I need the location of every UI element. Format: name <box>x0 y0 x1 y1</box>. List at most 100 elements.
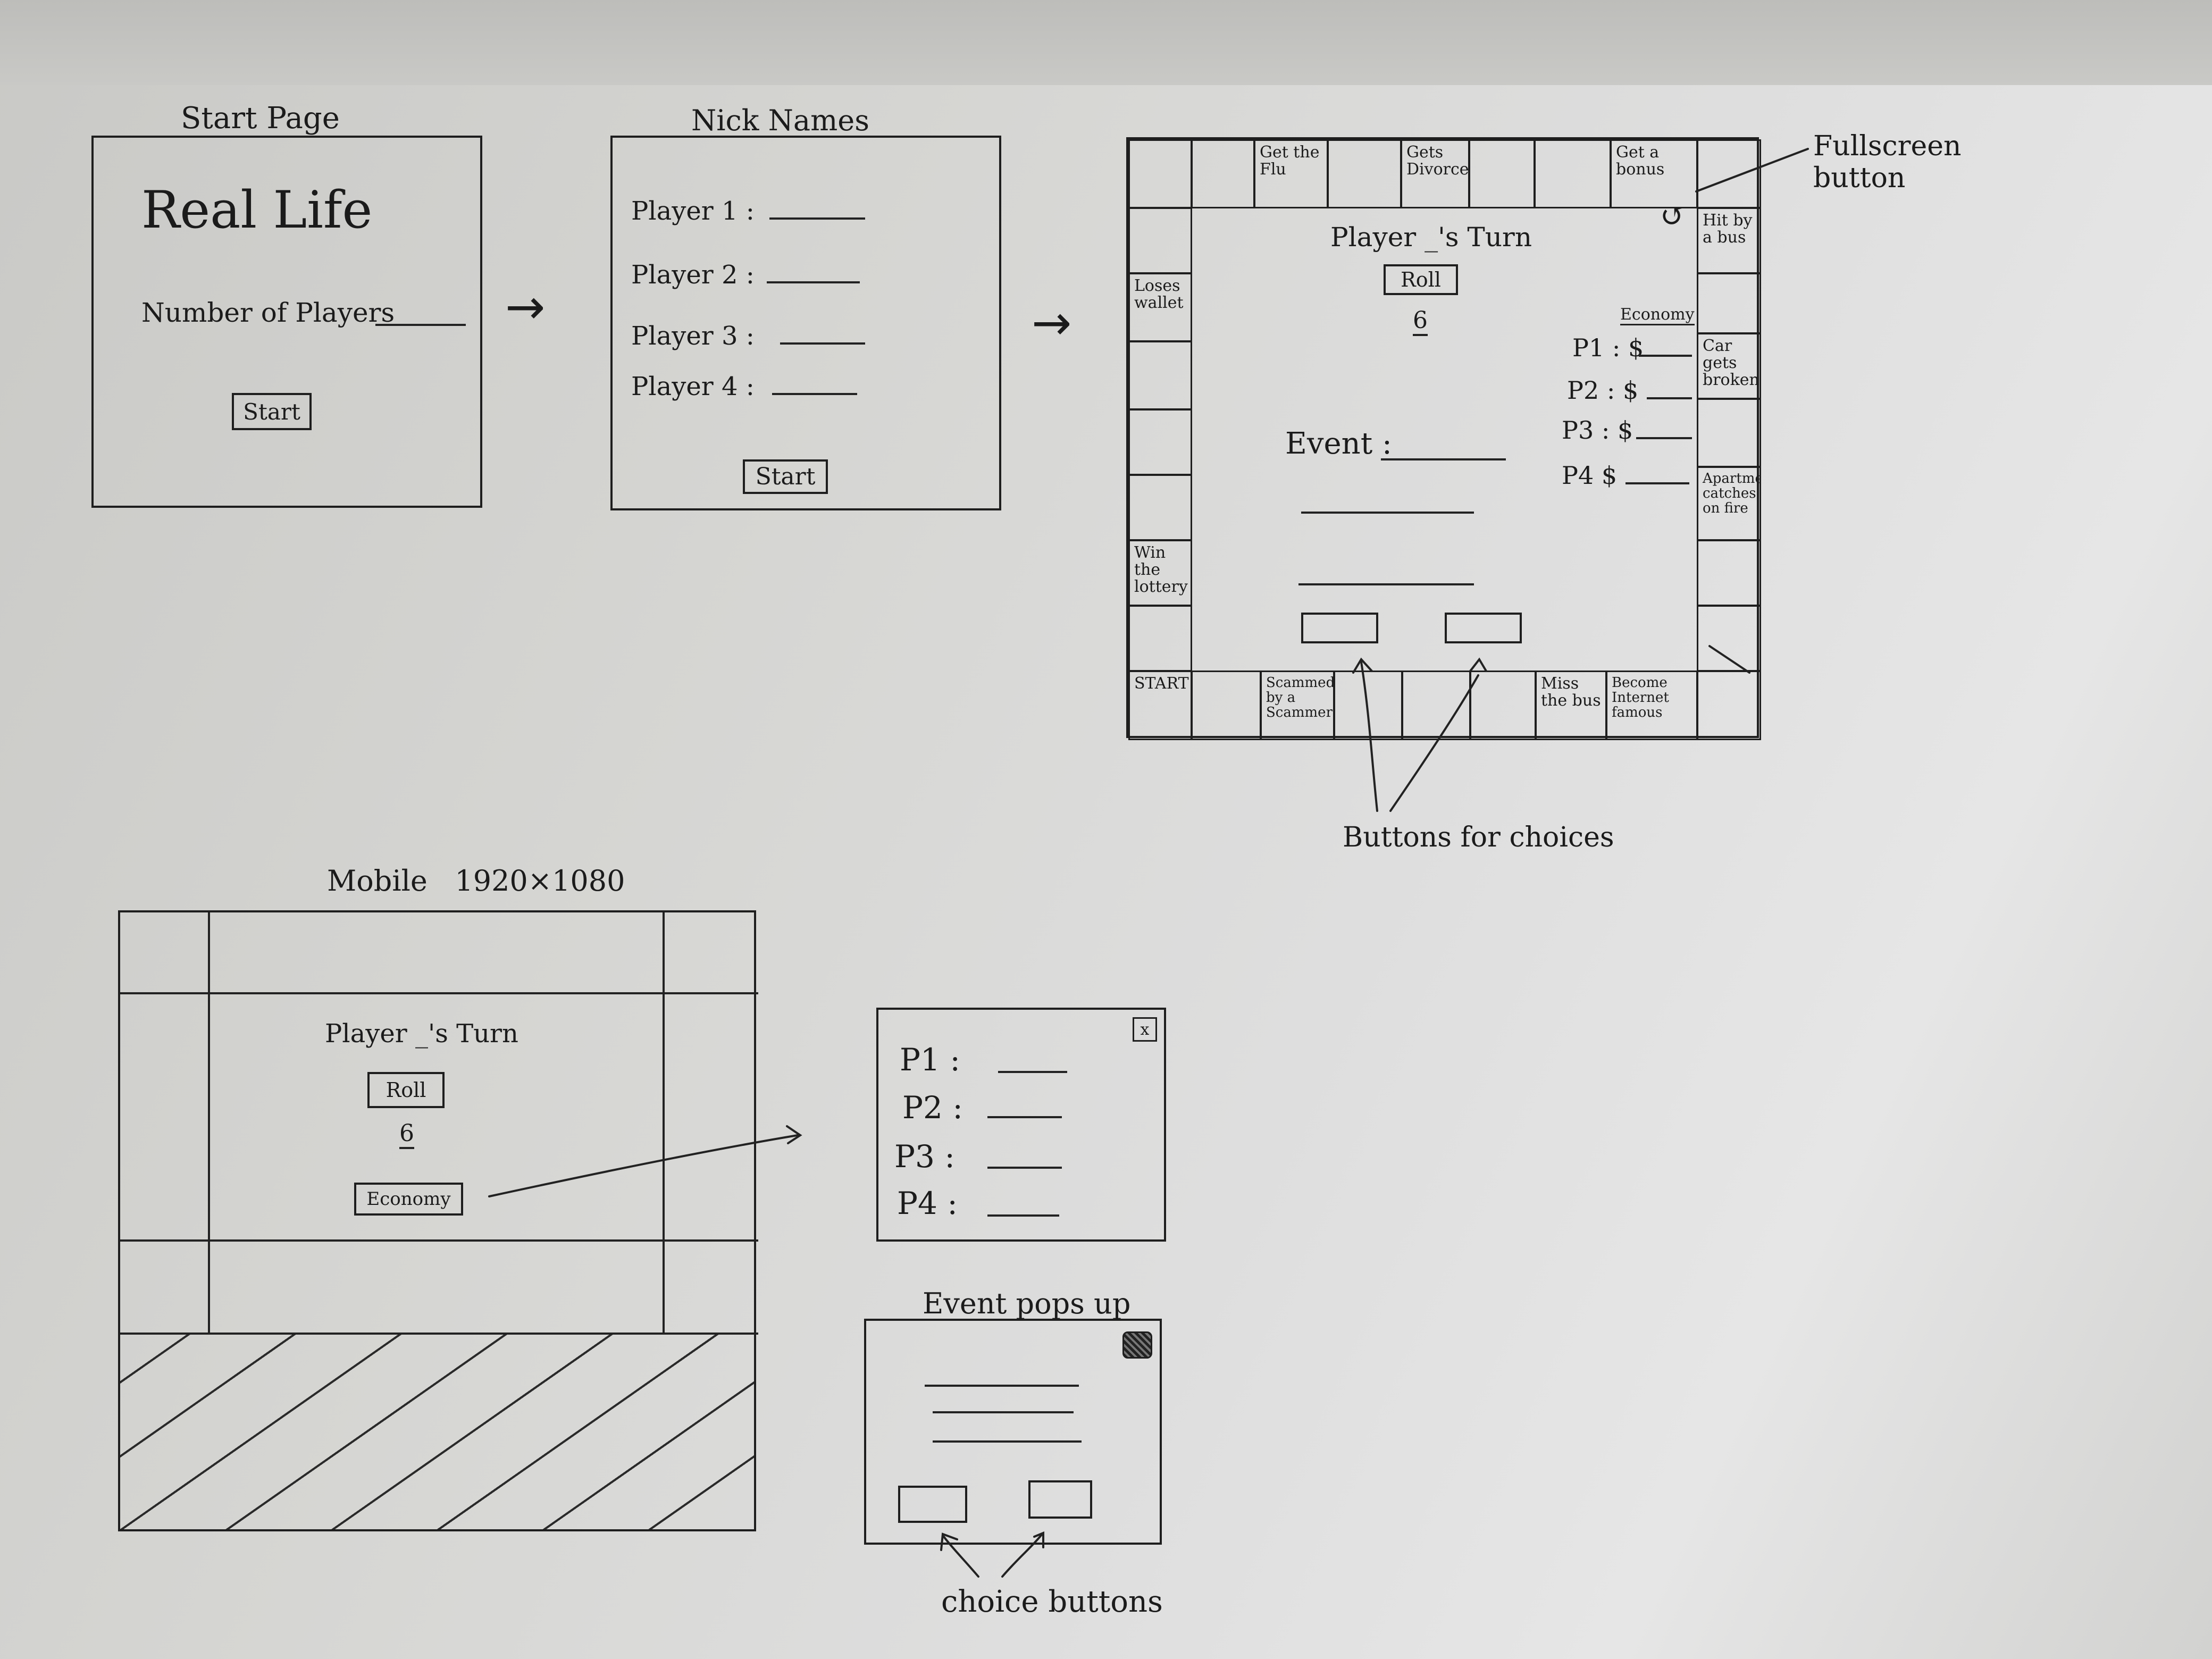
event-popup-text-line-3 <box>933 1440 1082 1443</box>
player-2-label: Player 2 : <box>631 260 755 290</box>
event-text-line-2 <box>1301 512 1474 514</box>
num-players-label: Number of Players <box>141 297 395 328</box>
economy-p2-value <box>987 1116 1062 1118</box>
board-cell-start: START <box>1128 671 1192 740</box>
nick-names-heading: Nick Names <box>691 104 869 137</box>
board-cell-bottom <box>1191 671 1261 740</box>
event-popup-text-line-2 <box>933 1411 1074 1413</box>
economy-p4-value <box>987 1214 1059 1217</box>
board-cell-left <box>1128 474 1192 541</box>
paper-background-edge <box>0 0 2212 85</box>
mobile-right-rule <box>663 912 665 1333</box>
p2-money-label: P2 : $ <box>1567 376 1639 405</box>
economy-p3-label: P3 : <box>894 1138 955 1175</box>
board-cell-left <box>1128 605 1192 672</box>
board-cell-right <box>1697 273 1761 334</box>
board-cell-gets-divorced: Gets Divorced <box>1401 139 1470 208</box>
p3-money-value <box>1636 437 1692 439</box>
nick-names-frame: Player 1 : Player 2 : Player 3 : Player … <box>610 136 1001 510</box>
board-cell-top <box>1191 139 1255 208</box>
event-popup-text-line-1 <box>925 1385 1079 1387</box>
choice-button-1[interactable] <box>1301 613 1378 643</box>
mobile-economy-button[interactable]: Economy <box>354 1183 463 1216</box>
choice-button-2[interactable] <box>1445 613 1522 643</box>
choice-buttons-annotation: Buttons for choices <box>1343 822 1614 853</box>
economy-p4-label: P4 : <box>897 1185 958 1221</box>
game-board-frame: Get the Flu Gets Divorced Get a bonus Hi… <box>1126 137 1761 740</box>
event-popup-choice-button-1[interactable] <box>898 1486 967 1523</box>
board-cell-left <box>1128 341 1192 410</box>
economy-label: Economy <box>1620 305 1695 325</box>
dice-result: 6 <box>1413 307 1428 336</box>
mobile-left-rule <box>208 912 210 1333</box>
economy-popup: x P1 : P2 : P3 : P4 : <box>876 1008 1166 1242</box>
board-cell-right <box>1697 605 1761 672</box>
p4-money-value <box>1626 482 1689 484</box>
board-cell-top <box>1534 139 1611 208</box>
mobile-dice-result: 6 <box>399 1120 414 1149</box>
board-cell-internet-famous: Become Internet famous <box>1606 671 1698 740</box>
mobile-mid-rule <box>120 1239 758 1242</box>
event-text-line-3 <box>1298 583 1474 585</box>
player-2-input[interactable] <box>767 281 860 283</box>
event-popup-choice-button-2[interactable] <box>1028 1480 1092 1519</box>
board-corner-bottom-right <box>1697 671 1761 740</box>
event-label: Event : <box>1285 426 1392 461</box>
player-4-label: Player 4 : <box>631 372 755 401</box>
economy-popup-close-button[interactable]: x <box>1133 1017 1157 1042</box>
board-corner-top-right <box>1697 139 1761 208</box>
roll-button[interactable]: Roll <box>1384 264 1458 295</box>
event-text-line-1 <box>1381 458 1506 460</box>
board-cell-right <box>1697 398 1761 467</box>
board-cell-win-lottery: Win the lottery <box>1128 540 1192 606</box>
start-button[interactable]: Start <box>232 393 312 430</box>
board-cell-left <box>1128 409 1192 475</box>
mobile-turn-indicator: Player _'s Turn <box>325 1019 518 1049</box>
mobile-frame: Player _'s Turn Roll 6 Economy <box>118 910 758 1531</box>
board-cell-miss-bus: Miss the bus <box>1535 671 1607 740</box>
nick-names-start-button[interactable]: Start <box>743 459 828 494</box>
p1-money-label: P1 : $ <box>1572 333 1644 362</box>
mobile-reserved-area <box>120 1335 754 1529</box>
player-1-input[interactable] <box>769 217 865 220</box>
mobile-roll-button[interactable]: Roll <box>367 1072 445 1108</box>
board-cell-apartment-fire: Apartment catches on fire <box>1697 466 1761 541</box>
start-page-heading: Start Page <box>181 101 340 136</box>
board-cell-scammed: Scammed by a Scammer <box>1260 671 1335 740</box>
player-1-label: Player 1 : <box>631 196 755 226</box>
board-cell-right <box>1697 540 1761 606</box>
p4-money-label: P4 $ <box>1562 461 1618 490</box>
economy-p1-value <box>998 1071 1067 1073</box>
player-4-input[interactable] <box>772 393 857 395</box>
economy-p3-value <box>987 1167 1062 1169</box>
turn-indicator: Player _'s Turn <box>1330 222 1532 253</box>
fullscreen-icon[interactable]: ↺ <box>1660 198 1686 234</box>
event-popup <box>864 1319 1162 1545</box>
board-cell-top <box>1327 139 1402 208</box>
p1-money-value <box>1639 355 1692 357</box>
event-popup-heading: Event pops up <box>923 1287 1131 1320</box>
board-cell-hit-by-bus: Hit by a bus <box>1697 207 1761 274</box>
mobile-heading: Mobile 1920×1080 <box>327 864 625 898</box>
board-cell-get-flu: Get the Flu <box>1254 139 1328 208</box>
choice-buttons-popup-annotation: choice buttons <box>941 1585 1163 1619</box>
board-cell-left <box>1128 207 1192 274</box>
player-3-input[interactable] <box>780 342 865 345</box>
num-players-input[interactable] <box>375 324 466 326</box>
flow-arrow-2: → <box>1032 295 1072 351</box>
fullscreen-annotation: Fullscreen button <box>1813 130 1962 194</box>
event-popup-close-icon[interactable] <box>1122 1331 1152 1359</box>
economy-p1-label: P1 : <box>900 1042 960 1078</box>
board-cell-bottom <box>1402 671 1471 740</box>
board-cell-top <box>1469 139 1535 208</box>
board-cell-loses-wallet: Loses wallet <box>1128 273 1192 342</box>
game-title: Real Life <box>141 180 373 240</box>
board-cell-bottom <box>1334 671 1403 740</box>
p2-money-value <box>1647 397 1692 399</box>
start-page-frame: Real Life Number of Players Start <box>91 136 482 508</box>
p3-money-label: P3 : $ <box>1562 416 1633 445</box>
board-cell-car-broken: Car gets broken <box>1697 333 1761 399</box>
economy-p2-label: P2 : <box>902 1090 963 1126</box>
player-3-label: Player 3 : <box>631 321 755 351</box>
flow-arrow-1: → <box>505 279 546 335</box>
